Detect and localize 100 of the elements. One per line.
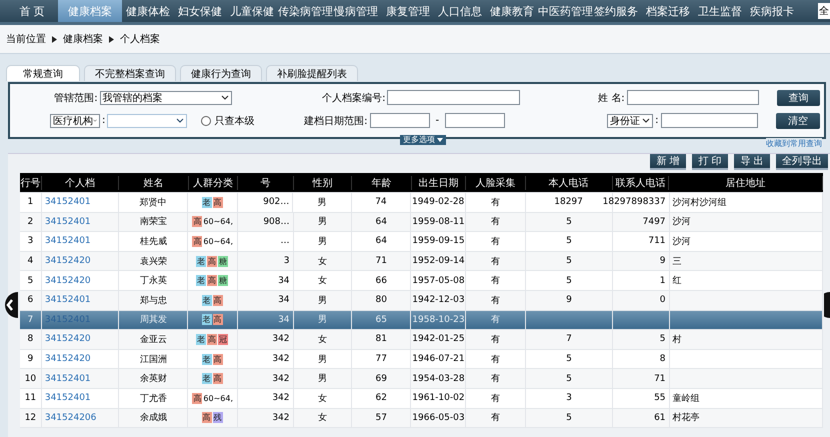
table-cell-text: 有 bbox=[491, 256, 500, 268]
query-tab[interactable]: 不完整档案查询 bbox=[84, 65, 176, 81]
table-cell: 1949-02-28 bbox=[412, 197, 464, 208]
query-tab[interactable]: 常规查询 bbox=[6, 65, 80, 81]
action-button[interactable]: 全列导出 bbox=[776, 154, 828, 170]
table-cell: 5 bbox=[566, 354, 572, 364]
record-id-link[interactable]: 341524206 bbox=[44, 412, 96, 423]
table-row[interactable]: 4 34152420 袁兴荣 老 高 糖 3 女 71 1952-09-14 有 5 9 三 bbox=[20, 252, 823, 272]
input-field[interactable] bbox=[626, 90, 759, 105]
record-id-link[interactable]: 34152401 bbox=[44, 295, 91, 306]
table-cell: 342 bbox=[272, 334, 290, 344]
nav-tab[interactable]: 健康体检 bbox=[122, 0, 174, 22]
nav-tab[interactable]: 档案迁移 bbox=[642, 0, 694, 22]
table-cell-text: 有 bbox=[491, 216, 500, 228]
query-tab[interactable]: 补刷脸提醒列表 bbox=[266, 65, 358, 81]
table-row[interactable]: 6 34152401 郑与忠 老 高 34 男 80 1942-12-03 有 9 0 bbox=[20, 290, 823, 311]
column-header: 行号 bbox=[20, 176, 42, 190]
table-cell-text: 沙河 bbox=[672, 216, 691, 228]
table-cell: 1 bbox=[660, 276, 666, 286]
table-cell-text: 红 bbox=[672, 274, 682, 288]
colon-label: : bbox=[655, 115, 659, 126]
nav-tab[interactable]: 首 页 bbox=[6, 0, 58, 22]
scope-select[interactable]: 我管辖的档案 bbox=[100, 90, 232, 104]
breadcrumb-item[interactable]: 健康档案 bbox=[63, 32, 103, 46]
table-cell-text: 男 bbox=[318, 216, 327, 228]
query-tab[interactable]: 健康行为查询 bbox=[180, 65, 262, 81]
table-row[interactable]: 12 341524206 余成娥 高 残 342 女 57 1966-05-03 有 5 61 村花亭 bbox=[20, 408, 823, 428]
table-cell-text: 有 bbox=[491, 274, 500, 288]
group-tag: 高 bbox=[192, 216, 202, 228]
input-field[interactable] bbox=[387, 90, 520, 105]
table-row[interactable]: 10 34152401 余英财 老 高 342 男 69 1954-03-28 有 5 71 bbox=[20, 369, 823, 389]
table-cell-text: 村花亭 bbox=[672, 412, 700, 424]
id-type-select[interactable]: 身份证 bbox=[607, 114, 654, 128]
nav-tab[interactable]: 疾病报卡 bbox=[746, 0, 798, 22]
nav-tab[interactable]: 人口信息 bbox=[434, 0, 486, 22]
action-button[interactable]: 打 印 bbox=[692, 154, 728, 170]
table-cell: 5 bbox=[660, 334, 666, 344]
record-id-link[interactable]: 34152420 bbox=[44, 334, 91, 344]
caret-icon bbox=[220, 95, 229, 100]
action-button[interactable]: 导 出 bbox=[734, 154, 770, 170]
record-id-link[interactable]: 34152401 bbox=[44, 236, 91, 246]
record-id-link[interactable]: 34152420 bbox=[44, 354, 91, 364]
table-cell-text: 村 bbox=[672, 334, 682, 346]
table-row[interactable]: 8 34152420 金亚云 老 高 冠 342 女 81 1942-01-25 有 7 5 村 bbox=[20, 330, 823, 350]
end-date-field[interactable] bbox=[445, 113, 506, 128]
record-id-link[interactable]: 34152401 bbox=[44, 216, 91, 227]
table-cell: 1942-01-25 bbox=[412, 334, 465, 344]
table-cell: 77 bbox=[375, 354, 387, 364]
org-type-select[interactable]: 医疗机构 bbox=[50, 114, 100, 128]
more-options-button[interactable]: 更多选项 bbox=[400, 135, 446, 145]
group-tag: 高 bbox=[207, 334, 218, 345]
table-cell-text: 女 bbox=[318, 334, 327, 346]
nav-tab[interactable]: 儿童保健 bbox=[226, 0, 278, 22]
query-button[interactable]: 查询 bbox=[776, 90, 820, 106]
record-id-link[interactable]: 34152401 bbox=[44, 393, 91, 404]
group-tag: 老 bbox=[196, 256, 206, 267]
table-cell: 1957-05-08 bbox=[412, 276, 465, 286]
table-cell-text: 余成娥 bbox=[140, 412, 167, 424]
column-header: 出生日期 bbox=[412, 176, 466, 190]
record-id-link[interactable]: 34152401 bbox=[44, 374, 91, 384]
group-tag: 老 bbox=[202, 196, 212, 208]
table-cell-text: 郑贤中 bbox=[140, 196, 167, 209]
record-id-link[interactable]: 34152401 bbox=[44, 197, 91, 208]
table-cell: 71 bbox=[375, 256, 387, 266]
nav-tab[interactable]: 卫生监督 bbox=[694, 0, 746, 22]
record-id-link[interactable]: 34152420 bbox=[44, 256, 91, 266]
table-cell-text: 女 bbox=[318, 274, 327, 288]
all-menu-button[interactable]: 全 bbox=[818, 3, 830, 19]
start-date-field[interactable] bbox=[370, 113, 430, 128]
next-arrow-icon[interactable] bbox=[824, 292, 830, 318]
nav-tab[interactable]: 妇女保健 bbox=[174, 0, 226, 22]
breadcrumb-item[interactable]: 个人档案 bbox=[120, 32, 160, 46]
column-header: 年龄 bbox=[352, 176, 412, 190]
table-cell: 5 bbox=[566, 216, 572, 227]
table-cell: 5 bbox=[566, 256, 572, 266]
table-cell-text: 有 bbox=[491, 372, 500, 386]
table-cell-text: 郑与忠 bbox=[140, 294, 167, 307]
table-cell-text: 女 bbox=[318, 412, 327, 424]
group-tag: 高 bbox=[212, 196, 223, 208]
group-tag: 高 bbox=[212, 373, 223, 384]
input-field[interactable] bbox=[660, 113, 758, 128]
column-header: 本人电话 bbox=[526, 176, 613, 190]
age-group-text: 60~64, bbox=[203, 394, 234, 403]
group-tag: 高 bbox=[212, 294, 223, 306]
org-select[interactable] bbox=[107, 114, 188, 128]
save-query-link[interactable]: 收藏到常用查询 bbox=[766, 138, 822, 149]
nav-tab[interactable]: 康复管理 bbox=[382, 0, 434, 22]
action-button[interactable]: 新 增 bbox=[650, 154, 686, 170]
column-header: 个人档 bbox=[42, 176, 120, 190]
table-cell: 342 bbox=[272, 354, 290, 364]
table-cell-text: 男 bbox=[318, 294, 327, 307]
nav-tab[interactable]: 健康教育 bbox=[486, 0, 538, 22]
only-this-level-radio[interactable]: 只查本级 bbox=[201, 114, 254, 128]
group-tag: 高 bbox=[202, 412, 212, 424]
clear-button[interactable]: 清空 bbox=[776, 112, 820, 128]
record-id-link[interactable]: 34152420 bbox=[44, 276, 91, 286]
group-tag: 高 bbox=[212, 314, 223, 326]
table-row[interactable]: 2 34152401 南荣宝 高 60~64, 908… 男 64 1959-08-11 有 5 7497 沙河 bbox=[20, 212, 823, 232]
table-cell: 64 bbox=[375, 216, 387, 227]
group-tag: 高 bbox=[207, 256, 218, 267]
